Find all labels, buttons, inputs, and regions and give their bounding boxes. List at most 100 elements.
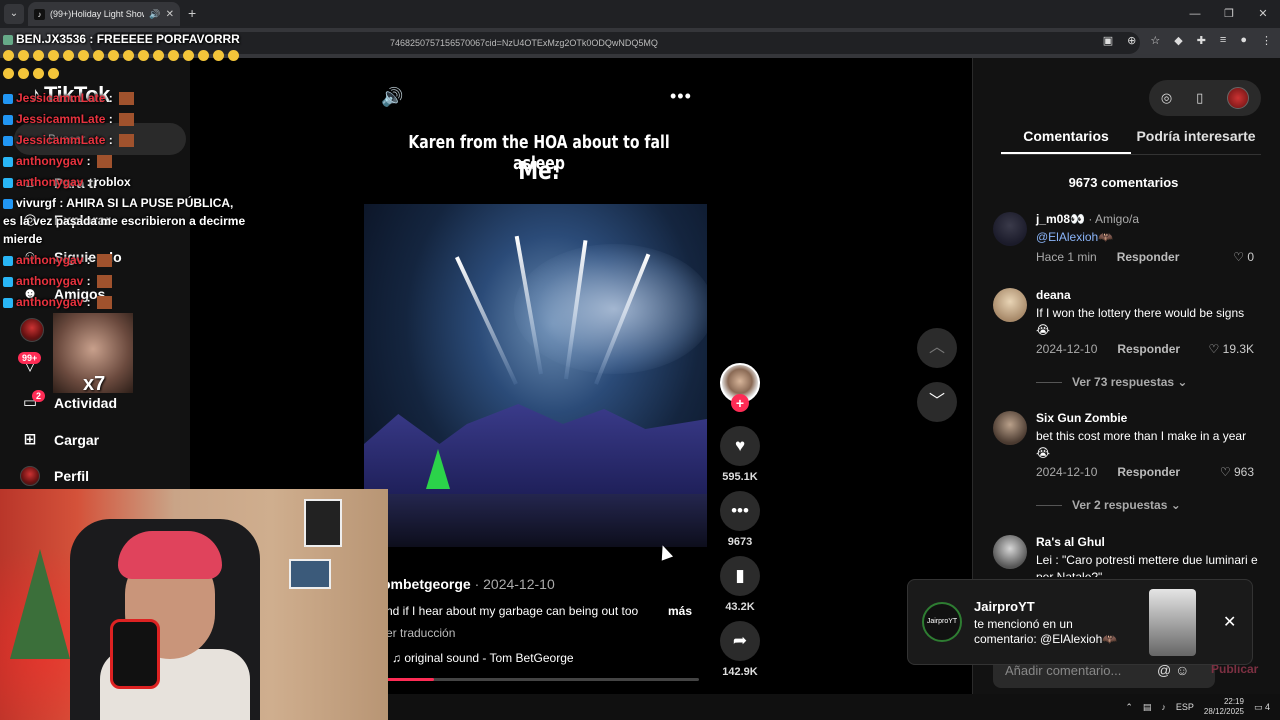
cast-icon[interactable]: ▣ <box>1103 34 1113 47</box>
follow-button[interactable]: + <box>731 394 749 412</box>
close-window-button[interactable]: ✕ <box>1246 0 1280 28</box>
sound-link[interactable]: ♫ original sound - Tom BetGeorge <box>392 651 574 665</box>
mention-link[interactable]: @ElAlexioh🦇 <box>1036 230 1113 244</box>
chat-badge-icon <box>3 255 13 266</box>
chat-sep: : <box>56 196 67 210</box>
chat-message: JessicammLate : <box>3 91 135 106</box>
crying-emoji-icon <box>123 50 134 61</box>
comment-like[interactable]: ♡ 0 <box>1233 250 1254 264</box>
comment-like[interactable]: ♡ 963 <box>1220 465 1254 479</box>
chat-sep: : <box>105 112 117 126</box>
commenter-name[interactable]: j_m08👀 · Amigo/a <box>1036 212 1139 226</box>
next-video-button[interactable]: ﹀ <box>917 382 957 422</box>
commenter-avatar[interactable] <box>993 411 1027 445</box>
network-icon[interactable]: ▤ <box>1143 702 1152 713</box>
friend-tag: · Amigo/a <box>1088 212 1140 226</box>
comment-like[interactable]: ♡ 19.3K <box>1209 342 1254 356</box>
comment-bubble-icon[interactable]: ••• <box>720 491 760 531</box>
sidebar-item-cargar[interactable]: ⊞ Cargar <box>20 430 99 450</box>
chat-message: anthonygav : <box>3 274 113 289</box>
compass-icon[interactable]: ◎ <box>1161 90 1172 106</box>
extension-icon[interactable]: ◆ <box>1174 34 1182 47</box>
view-replies-button[interactable]: Ver 2 respuestas ⌄ <box>1036 498 1181 512</box>
lit-house <box>364 404 707 504</box>
microphone <box>110 619 160 689</box>
menu-icon[interactable]: ⋮ <box>1261 34 1272 47</box>
maximize-button[interactable]: ❐ <box>1212 0 1246 28</box>
url-field[interactable]: 7468250757156570067cid=NzU4OTExMzg2OTk0O… <box>90 32 1140 54</box>
comment-action[interactable]: ••• 9673 <box>720 491 760 548</box>
window-controls: — ❐ ✕ <box>1178 0 1280 28</box>
tray-chevron-icon[interactable]: ⌃ <box>1125 702 1133 713</box>
more-options-icon[interactable]: ••• <box>670 86 692 107</box>
video-frame[interactable] <box>364 204 707 547</box>
chat-username: anthonygav <box>16 295 84 309</box>
live-avatar <box>20 318 44 342</box>
view-replies-button[interactable]: Ver 73 respuestas ⌄ <box>1036 375 1187 389</box>
browser-tabbar: ⌄ ♪ (99+)Holiday Light Show w 🔊 ✕ + — ❐ … <box>0 0 1280 28</box>
minimize-button[interactable]: — <box>1178 0 1212 28</box>
zoom-icon[interactable]: ⊕ <box>1127 34 1136 47</box>
tab-comentarios[interactable]: Comentarios <box>1001 128 1131 154</box>
notification-count: 4 <box>1264 701 1270 712</box>
commenter-avatar[interactable] <box>993 212 1027 246</box>
commenter-name[interactable]: Six Gun Zombie <box>1036 411 1127 425</box>
share-arrow-icon[interactable]: ➦ <box>720 621 760 661</box>
see-translation-link[interactable]: er traducción <box>386 626 455 640</box>
comment-item: Ra's al Ghul Lei : "Caro potresti metter… <box>993 535 1261 577</box>
author-name: ombetgeorge <box>382 576 471 592</box>
browser-tab[interactable]: ♪ (99+)Holiday Light Show w 🔊 ✕ <box>28 2 180 26</box>
more-button[interactable]: más <box>668 604 692 618</box>
heart-icon[interactable]: ♥ <box>720 426 760 466</box>
clock[interactable]: 22:19 28/12/2025 <box>1204 697 1244 717</box>
share-action[interactable]: ➦ 142.9K <box>720 621 760 678</box>
bookmark-star-icon[interactable]: ☆ <box>1150 34 1160 47</box>
close-notification-icon[interactable]: ✕ <box>1223 612 1236 632</box>
tab-podria-interesarte[interactable]: Podría interesarte <box>1131 128 1261 154</box>
video-progress-bar[interactable] <box>387 678 699 681</box>
profile-icon[interactable]: ● <box>1240 34 1247 47</box>
sidebar-item-perfil[interactable]: Perfil <box>20 466 89 486</box>
comment-meta: 2024-12-10 Responder <box>1036 342 1180 356</box>
new-tab-button[interactable]: + <box>188 5 196 21</box>
sound-name: original sound - Tom BetGeorge <box>404 651 574 665</box>
like-count: 0 <box>1247 250 1254 264</box>
video-author[interactable]: ombetgeorge · 2024-12-10 <box>382 576 555 592</box>
commenter-avatar[interactable] <box>993 535 1027 569</box>
volume-tray-icon[interactable]: ♪ <box>1161 702 1166 712</box>
commenter-name[interactable]: deana <box>1036 288 1071 302</box>
activity-badge: 2 <box>32 390 46 402</box>
reply-button[interactable]: Responder <box>1117 342 1180 356</box>
meme-sticker: x7 <box>53 313 133 395</box>
close-tab-icon[interactable]: ✕ <box>166 9 174 20</box>
volume-icon[interactable]: 🔊 <box>381 87 403 108</box>
crying-emoji-icon <box>33 68 44 79</box>
panel-tabs: Comentarios Podría interesarte <box>1001 128 1261 154</box>
chat-username: anthonygav <box>16 253 84 267</box>
puzzle-icon[interactable]: ✚ <box>1197 34 1206 47</box>
speaker-icon[interactable]: 🔊 <box>149 9 160 20</box>
user-avatar[interactable] <box>1227 87 1250 109</box>
lang-indicator[interactable]: ESP <box>1176 702 1194 712</box>
sidebar-item-live[interactable] <box>20 318 44 342</box>
like-count: 963 <box>1233 465 1254 479</box>
tab-search-button[interactable]: ⌄ <box>4 4 24 24</box>
notification-center-icon[interactable]: ▭ 4 <box>1254 702 1270 713</box>
previous-video-button[interactable]: ︿ <box>917 328 957 368</box>
sticker-icon <box>97 275 113 289</box>
chat-sep: : <box>83 154 95 168</box>
commenter-name[interactable]: Ra's al Ghul <box>1036 535 1105 549</box>
commenter-avatar[interactable] <box>993 288 1027 322</box>
bookmark-icon[interactable]: ▮ <box>720 556 760 596</box>
mention-notification[interactable]: JairproYT JairproYT te mencionó en un co… <box>907 579 1253 665</box>
reply-button[interactable]: Responder <box>1117 465 1180 479</box>
phone-icon[interactable]: ▯ <box>1196 90 1203 106</box>
heart-outline-icon: ♡ <box>1219 465 1231 479</box>
playlist-icon[interactable]: ≡ <box>1220 34 1226 47</box>
crying-emoji-icon <box>63 50 74 61</box>
save-action[interactable]: ▮ 43.2K <box>720 556 760 613</box>
reply-button[interactable]: Responder <box>1117 250 1180 264</box>
like-action[interactable]: ♥ 595.1K <box>720 426 760 483</box>
crying-emoji-icon <box>138 50 149 61</box>
fog-effect <box>514 244 707 374</box>
